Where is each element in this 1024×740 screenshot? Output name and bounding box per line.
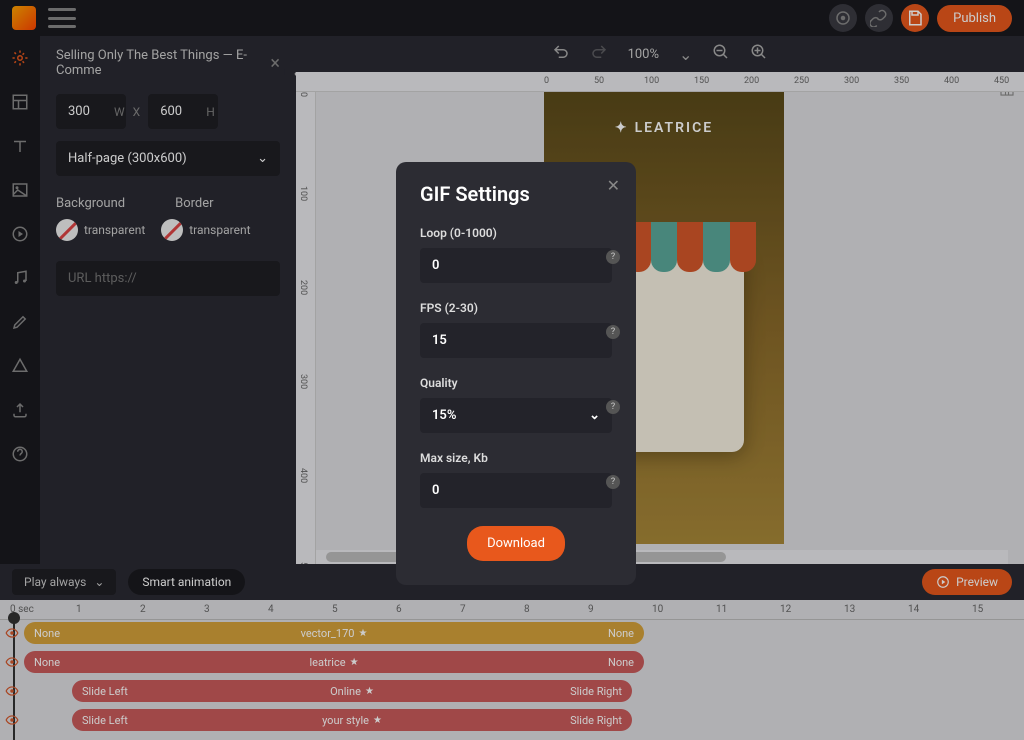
modal-overlay[interactable]: ✕ GIF Settings Loop (0-1000) ? FPS (2-30… bbox=[0, 0, 1024, 740]
help-icon[interactable]: ? bbox=[606, 400, 620, 414]
maxsize-input[interactable] bbox=[420, 473, 612, 508]
modal-title: GIF Settings bbox=[420, 182, 612, 206]
maxsize-label: Max size, Kb bbox=[420, 451, 612, 465]
loop-input[interactable] bbox=[420, 248, 612, 283]
help-icon[interactable]: ? bbox=[606, 325, 620, 339]
download-button[interactable]: Download bbox=[467, 526, 565, 561]
close-icon[interactable]: ✕ bbox=[607, 176, 620, 195]
help-icon[interactable]: ? bbox=[606, 250, 620, 264]
quality-label: Quality bbox=[420, 376, 612, 390]
fps-label: FPS (2-30) bbox=[420, 301, 612, 315]
height-unit: H bbox=[206, 105, 215, 119]
quality-select[interactable]: 15% ⌄ bbox=[420, 398, 612, 433]
loop-label: Loop (0-1000) bbox=[420, 226, 612, 240]
chevron-down-icon: ⌄ bbox=[589, 408, 600, 423]
help-icon[interactable]: ? bbox=[606, 475, 620, 489]
gif-settings-modal: ✕ GIF Settings Loop (0-1000) ? FPS (2-30… bbox=[396, 162, 636, 585]
width-unit: W bbox=[114, 105, 125, 119]
fps-input[interactable] bbox=[420, 323, 612, 358]
